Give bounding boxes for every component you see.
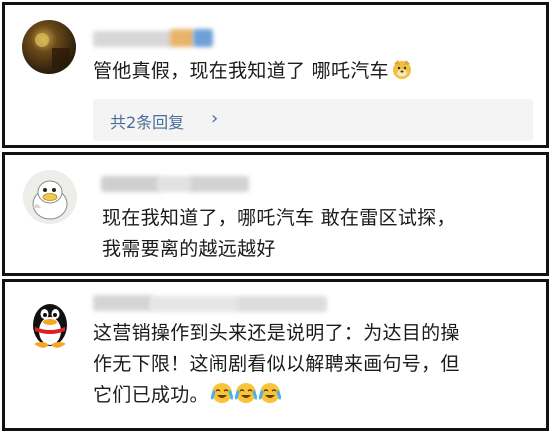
comment-line-1: 现在我知道了，哪吒汽车 敢在雷区试探， [102,207,456,229]
comment-line-2: 我需要离的越远越好 [102,238,276,260]
dark-photo-avatar[interactable] [22,20,76,74]
comment-text: 现在我知道了，哪吒汽车 敢在雷区试探， 我需要离的越远越好 [102,203,456,265]
comment-line-3: 它们已成功。 [93,384,209,406]
crying-laughing-emoji-icon [234,382,258,404]
crying-laughing-emoji-icon [258,382,282,404]
comment-text: 这营销操作到头来还是说明了：为达目的操 作无下限！这闹剧看似以解聘来画句号，但 … [93,318,460,411]
cartoon-duck-avatar[interactable] [23,170,77,224]
comment-line-1: 这营销操作到头来还是说明了：为达目的操 [93,322,460,344]
comment-line-2: 作无下限！这闹剧看似以解聘来画句号，但 [93,353,460,375]
qq-penguin-avatar[interactable] [23,295,77,349]
comment-card-2: 现在我知道了，哪吒汽车 敢在雷区试探， 我需要离的越远越好 [2,152,549,276]
reply-count-button[interactable]: 共2条回复 › [93,99,533,141]
reply-count-label: 共2条回复 [110,113,185,132]
chevron-right-icon: › [211,108,219,129]
doge-emoji-icon [391,58,413,80]
comment-card-3: 这营销操作到头来还是说明了：为达目的操 作无下限！这闹剧看似以解聘来画句号，但 … [2,279,549,431]
crying-laughing-emoji-icon [210,382,234,404]
comment-text: 管他真假，现在我知道了 哪吒汽车 [93,56,413,87]
comment-card-1: 管他真假，现在我知道了 哪吒汽车 共2条回复 › [2,2,549,148]
comment-text-content: 管他真假，现在我知道了 哪吒汽车 [93,60,389,82]
